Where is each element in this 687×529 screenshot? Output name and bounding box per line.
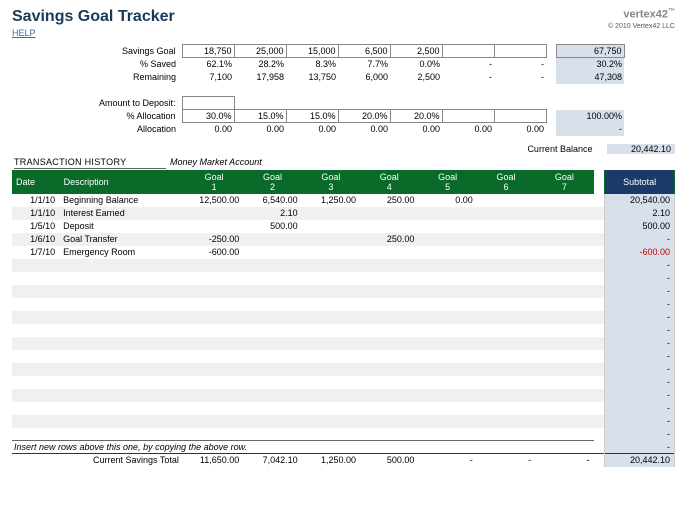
transaction-table: Date Description Goal1 Goal2 Goal3 Goal4… [12,170,675,467]
col-subtotal: Subtotal [605,170,675,194]
sg-1[interactable]: 18,750 [182,45,234,58]
tot-sub: 20,442.10 [605,454,675,467]
sg-7[interactable] [494,45,546,58]
sg-2[interactable]: 25,000 [234,45,286,58]
col-date: Date [12,170,59,194]
current-savings-total-label: Current Savings Total [59,454,185,467]
sg-total: 67,750 [556,45,624,58]
tot-7: - [535,454,593,467]
ps-total: 30.2% [556,58,624,71]
pa-3[interactable]: 15.0% [286,110,338,123]
table-row[interactable]: - [12,324,675,337]
table-row[interactable]: - [12,337,675,350]
account-name: Money Market Account [170,157,601,168]
tot-4: 500.00 [360,454,418,467]
tot-6: - [477,454,535,467]
table-row[interactable]: - [12,428,675,441]
pa-5[interactable]: 20.0% [390,110,442,123]
ps-6: - [442,58,494,71]
table-row[interactable]: 1/1/10Interest Earned2.102.10 [12,207,675,220]
table-row[interactable]: - [12,272,675,285]
table-row[interactable]: - [12,350,675,363]
ps-5: 0.0% [390,58,442,71]
table-row[interactable]: - [12,311,675,324]
brand-logo: vertex42™ [608,8,675,21]
page-title: Savings Goal Tracker [12,8,175,26]
table-row[interactable]: 1/6/10Goal Transfer-250.00250.00- [12,233,675,246]
col-g4: Goal4 [360,170,418,194]
table-row[interactable]: - [12,402,675,415]
rm-6: - [442,71,494,84]
pa-total: 100.00% [556,110,624,123]
al-3: 0.00 [286,123,338,136]
al-5: 0.00 [390,123,442,136]
rm-3: 13,750 [286,71,338,84]
pa-4[interactable]: 20.0% [338,110,390,123]
summary-table: Savings Goal 18,750 25,000 15,000 6,500 … [12,44,625,136]
rm-total: 47,308 [556,71,624,84]
sg-4[interactable]: 6,500 [338,45,390,58]
current-balance-label: Current Balance [527,144,604,154]
al-total: - [556,123,624,136]
rm-1: 7,100 [182,71,234,84]
tot-5: - [418,454,476,467]
al-1: 0.00 [182,123,234,136]
tot-2: 7,042.10 [243,454,301,467]
history-header-table: TRANSACTION HISTORY Money Market Account [12,156,675,170]
transaction-history-title: TRANSACTION HISTORY [14,157,166,169]
pct-saved-label: % Saved [12,58,182,71]
table-row[interactable]: 1/5/10Deposit500.00500.00 [12,220,675,233]
ps-1: 62.1% [182,58,234,71]
table-row[interactable]: 1/7/10Emergency Room-600.00-600.00 [12,246,675,259]
pa-6[interactable] [442,110,494,123]
savings-goal-label: Savings Goal [12,45,182,58]
ps-2: 28.2% [234,58,286,71]
amount-deposit-input[interactable] [182,97,234,110]
pa-1[interactable]: 30.0% [182,110,234,123]
table-row[interactable]: - [12,376,675,389]
insert-note: Insert new rows above this one, by copyi… [12,441,594,454]
help-link[interactable]: HELP [12,28,175,38]
tot-3: 1,250.00 [302,454,360,467]
table-row[interactable]: - [12,259,675,272]
table-row[interactable]: - [12,285,675,298]
rm-7: - [494,71,546,84]
rm-4: 6,000 [338,71,390,84]
col-g5: Goal5 [418,170,476,194]
copyright: © 2010 Vertex42 LLC [608,23,675,30]
col-g1: Goal1 [185,170,243,194]
alloc-label: Allocation [12,123,182,136]
ps-3: 8.3% [286,58,338,71]
sg-5[interactable]: 2,500 [390,45,442,58]
al-6: 0.00 [442,123,494,136]
table-row[interactable]: 1/1/10Beginning Balance12,500.006,540.00… [12,194,675,207]
al-7: 0.00 [494,123,546,136]
col-desc: Description [59,170,185,194]
table-row[interactable]: - [12,363,675,376]
al-2: 0.00 [234,123,286,136]
remaining-label: Remaining [12,71,182,84]
pa-7[interactable] [494,110,546,123]
col-g6: Goal6 [477,170,535,194]
amount-deposit-label: Amount to Deposit: [12,97,182,110]
sg-3[interactable]: 15,000 [286,45,338,58]
tot-1: 11,650.00 [185,454,243,467]
rm-5: 2,500 [390,71,442,84]
table-row[interactable]: - [12,389,675,402]
current-balance-value: 20,442.10 [607,144,675,154]
col-g7: Goal7 [535,170,593,194]
ps-7: - [494,58,546,71]
rm-2: 17,958 [234,71,286,84]
pct-alloc-label: % Allocation [12,110,182,123]
ps-4: 7.7% [338,58,390,71]
col-g3: Goal3 [302,170,360,194]
col-g2: Goal2 [243,170,301,194]
table-row[interactable]: - [12,415,675,428]
table-row[interactable]: - [12,298,675,311]
pa-2[interactable]: 15.0% [234,110,286,123]
sg-6[interactable] [442,45,494,58]
al-4: 0.00 [338,123,390,136]
